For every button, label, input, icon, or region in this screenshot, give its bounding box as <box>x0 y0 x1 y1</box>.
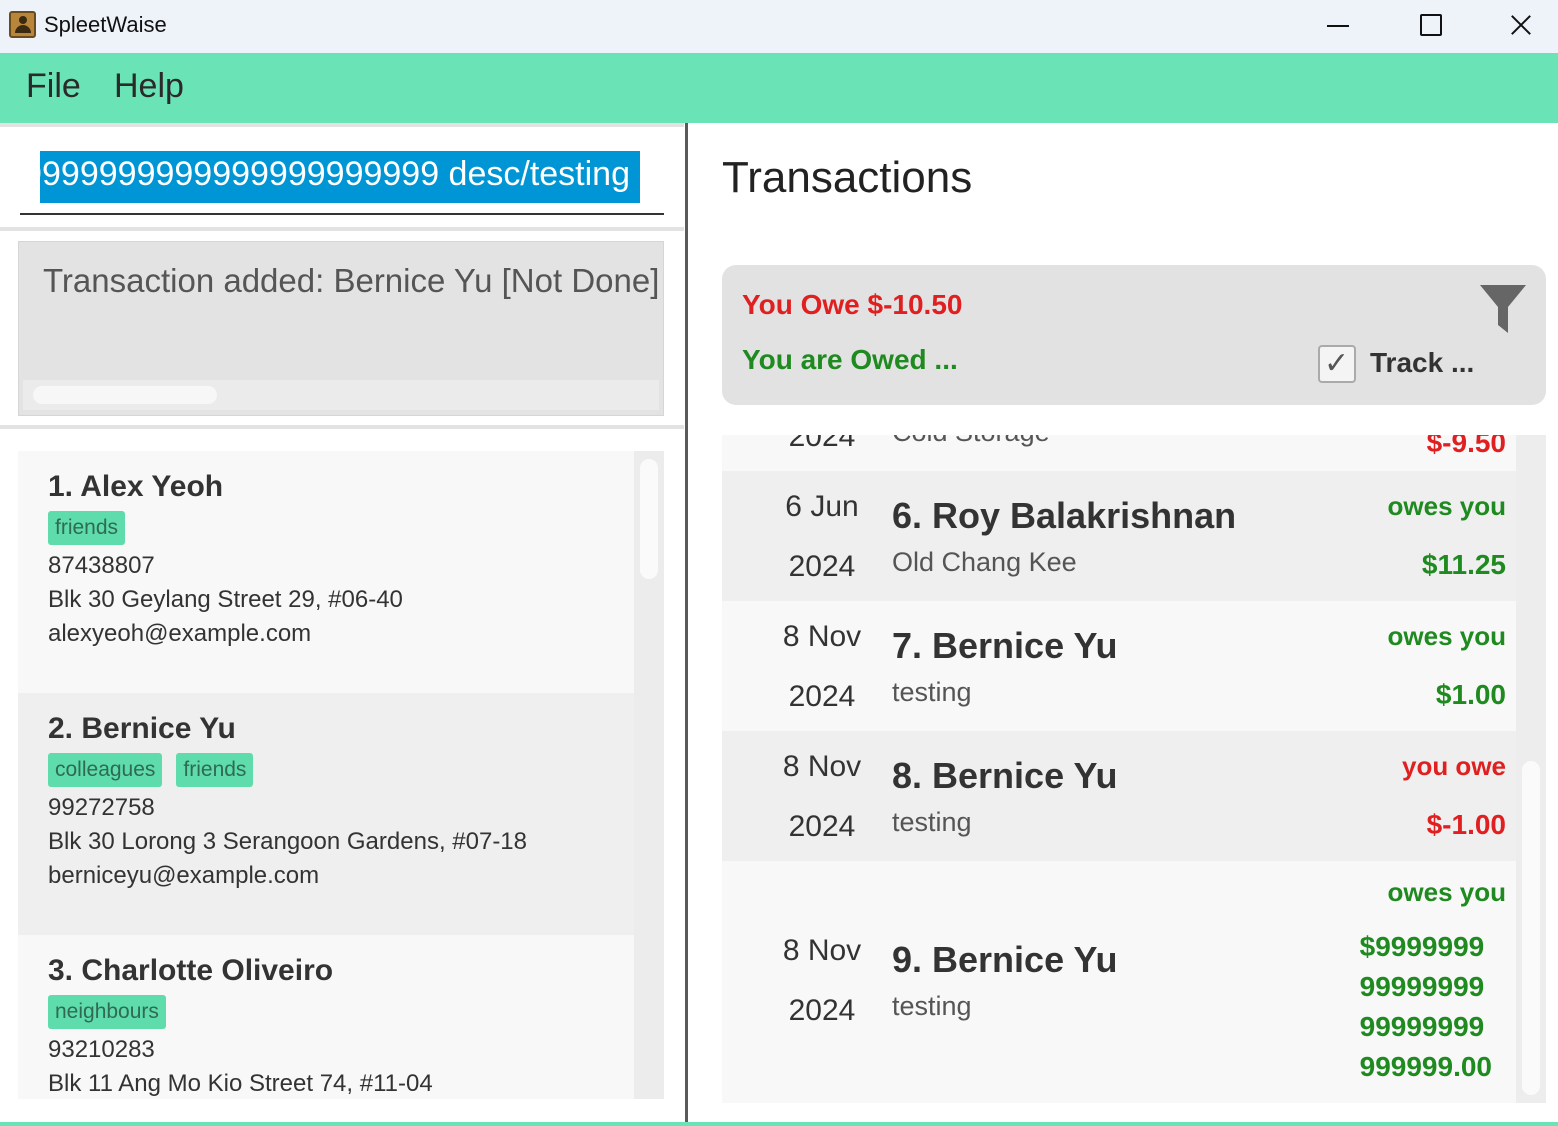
person-address: Blk 30 Lorong 3 Serangoon Gardens, #07-1… <box>48 828 528 855</box>
person-email: alexyeoh@example.com <box>48 620 312 647</box>
tag: colleagues <box>48 753 163 787</box>
menu-file[interactable]: File <box>26 67 81 106</box>
result-display[interactable]: Transaction added: Bernice Yu [Not Done] <box>18 241 664 416</box>
right-panel: Transactions You Owe $-10.50 You are Owe… <box>688 123 1558 1126</box>
transaction-date: 8 Nov <box>782 750 862 783</box>
separator <box>0 227 684 231</box>
transaction-description: testing <box>892 677 972 707</box>
person-name: 2. Bernice Yu <box>48 712 236 745</box>
bottom-accent-line <box>0 1122 1558 1126</box>
transaction-row[interactable]: 8 Nov 2024 8. Bernice Yu testing you owe… <box>722 731 1516 861</box>
person-card[interactable]: 1. Alex Yeoh friends 87438807 Blk 30 Gey… <box>18 451 634 693</box>
person-address: Blk 11 Ang Mo Kio Street 74, #11-04 <box>48 1070 433 1097</box>
close-button[interactable] <box>1475 0 1558 53</box>
filter-icon[interactable] <box>1478 283 1528 335</box>
person-phone: 93210283 <box>48 1036 155 1063</box>
person-card[interactable]: 3. Charlotte Oliveiro neighbours 9321028… <box>18 935 634 1099</box>
person-list-scrollbar[interactable] <box>634 451 664 1099</box>
left-panel: 9999999999999999999999 desc/testing Tran… <box>0 123 686 1126</box>
tag: neighbours <box>48 995 166 1029</box>
transaction-amount: $-1.00 <box>1426 809 1506 840</box>
transaction-amount: $1.00 <box>1435 679 1506 710</box>
transaction-person: 6. Roy Balakrishnan <box>892 495 1237 536</box>
person-tags: neighbours <box>48 995 604 1029</box>
maximize-button[interactable] <box>1383 0 1475 53</box>
separator <box>0 425 684 429</box>
person-tags: colleagues friends <box>48 753 604 787</box>
result-scroll-thumb[interactable] <box>33 386 217 404</box>
person-name: 3. Charlotte Oliveiro <box>48 954 334 987</box>
person-email: berniceyu@example.com <box>48 862 320 889</box>
transaction-amount: $9999999 99999999 99999999 999999.00 <box>1360 927 1492 1087</box>
command-input-underline <box>20 213 664 215</box>
command-input[interactable]: 9999999999999999999999 desc/testing <box>40 151 640 203</box>
transaction-year: 2024 <box>788 435 856 453</box>
transaction-description: Cold Storage <box>892 435 1050 448</box>
transaction-row[interactable]: 6 Jun 2024 6. Roy Balakrishnan Old Chang… <box>722 471 1516 601</box>
command-input-text: 9999999999999999999999 desc/testing <box>40 155 630 193</box>
track-checkbox[interactable]: ✓ <box>1318 345 1356 383</box>
menu-help[interactable]: Help <box>114 67 184 106</box>
transaction-row[interactable]: 8 Nov 2024 9. Bernice Yu testing owes yo… <box>722 861 1516 1103</box>
transaction-description: testing <box>892 991 972 1021</box>
you-owe-total: You Owe $-10.50 <box>742 289 963 320</box>
transaction-year: 2024 <box>788 680 856 713</box>
you-are-owed-total: You are Owed ... <box>742 344 958 375</box>
menu-bar: File Help <box>0 53 1558 123</box>
result-text: Transaction added: Bernice Yu [Not Done] <box>43 262 660 299</box>
person-tags: friends <box>48 511 604 545</box>
transaction-list[interactable]: 2024 Cold Storage $-9.50 6 Jun 2024 6. R… <box>722 435 1546 1103</box>
transactions-heading: Transactions <box>722 153 973 202</box>
person-list[interactable]: 1. Alex Yeoh friends 87438807 Blk 30 Gey… <box>18 451 664 1099</box>
transaction-date: 8 Nov <box>782 620 862 653</box>
amount-line: 99999999 <box>1359 971 1485 1002</box>
transaction-list-scrollbar[interactable] <box>1516 435 1546 1103</box>
window-title: SpleetWaise <box>44 12 167 37</box>
tag: friends <box>176 753 254 787</box>
transaction-person: 9. Bernice Yu <box>892 939 1118 980</box>
person-list-scroll-thumb[interactable] <box>640 459 658 579</box>
title-bar: SpleetWaise <box>0 0 1558 53</box>
minimize-button[interactable] <box>1290 0 1382 53</box>
track-label: Track ... <box>1370 347 1475 378</box>
app-icon <box>9 11 36 38</box>
amount-line: 999999.00 <box>1359 1051 1492 1082</box>
transaction-year: 2024 <box>788 550 856 583</box>
amount-line: $9999999 <box>1359 931 1485 962</box>
transaction-person: 7. Bernice Yu <box>892 625 1118 666</box>
balance-summary: You Owe $-10.50 You are Owed ... ✓ Track… <box>722 265 1546 405</box>
transaction-status: owes you <box>1387 877 1506 907</box>
person-phone: 99272758 <box>48 794 155 821</box>
separator <box>0 123 684 127</box>
transaction-status: you owe <box>1401 751 1506 781</box>
person-phone: 87438807 <box>48 552 155 579</box>
transaction-row[interactable]: 2024 Cold Storage $-9.50 <box>722 435 1516 471</box>
transaction-status: owes you <box>1387 491 1506 521</box>
transaction-status: owes you <box>1387 621 1506 651</box>
transaction-year: 2024 <box>788 994 856 1027</box>
transaction-amount: $-9.50 <box>1426 435 1506 458</box>
transaction-person: 8. Bernice Yu <box>892 755 1118 796</box>
tag: friends <box>48 511 126 545</box>
amount-line: 99999999 <box>1359 1011 1485 1042</box>
transaction-date: 8 Nov <box>782 934 862 967</box>
check-icon: ✓ <box>1324 346 1350 381</box>
person-address: Blk 30 Geylang Street 29, #06-40 <box>48 586 403 613</box>
transaction-row[interactable]: 8 Nov 2024 7. Bernice Yu testing owes yo… <box>722 601 1516 731</box>
transaction-description: Old Chang Kee <box>892 547 1077 577</box>
transaction-date: 6 Jun <box>785 490 859 523</box>
transaction-year: 2024 <box>788 810 856 843</box>
person-name: 1. Alex Yeoh <box>48 470 224 503</box>
transaction-amount: $11.25 <box>1421 549 1506 580</box>
transaction-list-scroll-thumb[interactable] <box>1522 761 1540 1095</box>
transaction-description: testing <box>892 807 972 837</box>
person-card[interactable]: 2. Bernice Yu colleagues friends 9927275… <box>18 693 634 935</box>
result-horizontal-scrollbar[interactable] <box>23 380 659 410</box>
